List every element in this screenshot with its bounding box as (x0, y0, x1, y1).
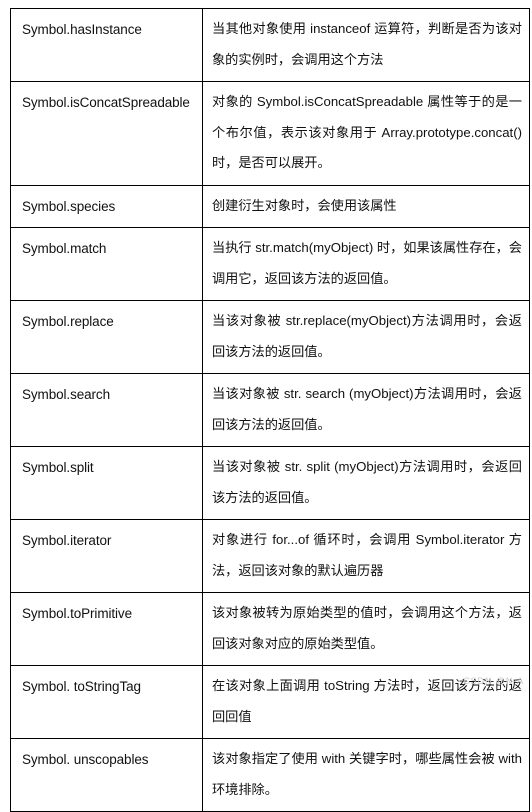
table-cell-description: 该对象指定了使用 with 关键字时，哪些属性会被 with 环境排除。 (202, 738, 530, 812)
symbol-reference-table: Symbol.hasInstance 当其他对象使用 instanceof 运算… (10, 8, 530, 812)
symbol-name-label: Symbol.iterator (22, 533, 112, 548)
table-row: Symbol.species 创建衍生对象时，会使用该属性 (10, 184, 530, 228)
table-body: Symbol.hasInstance 当其他对象使用 instanceof 运算… (10, 8, 530, 812)
table-row: Symbol.replace 当该对象被 str.replace(myObjec… (10, 300, 530, 374)
symbol-description-text: 该对象指定了使用 with 关键字时，哪些属性会被 with 环境排除。 (212, 751, 522, 797)
table-cell-description: 当该对象被 str. search (myObject)方法调用时，会返回该方法… (202, 373, 530, 447)
symbol-description-text: 当该对象被 str. split (myObject)方法调用时，会返回该方法的… (212, 459, 522, 505)
table-cell-description: 对象进行 for...of 循环时，会调用 Symbol.iterator 方法… (202, 519, 530, 593)
table-cell-symbol-name: Symbol.species (10, 184, 203, 228)
symbol-name-label: Symbol.species (22, 198, 116, 214)
table-cell-description: 当其他对象使用 instanceof 运算符，判断是否为该对象的实例时，会调用这… (202, 8, 530, 82)
symbol-description-text: 对象的 Symbol.isConcatSpreadable 属性等于的是一个布尔… (212, 94, 522, 170)
symbol-description-text: 当该对象被 str.replace(myObject)方法调用时，会返回该方法的… (212, 313, 522, 359)
table-cell-symbol-name: Symbol. unscopables (10, 738, 203, 812)
symbol-name-label: Symbol. toStringTag (22, 679, 141, 694)
table-row: Symbol.isConcatSpreadable 对象的 Symbol.isC… (10, 81, 530, 186)
symbol-name-label: Symbol.toPrimitive (22, 606, 132, 621)
watermark-label: CSDN @N-A (463, 676, 524, 686)
table-row: Symbol.toPrimitive 该对象被转为原始类型的值时，会调用这个方法… (10, 592, 530, 666)
table-cell-description: 当该对象被 str.replace(myObject)方法调用时，会返回该方法的… (202, 300, 530, 374)
symbol-name-label: Symbol. unscopables (22, 752, 149, 767)
table-cell-description: 当执行 str.match(myObject) 时，如果该属性存在，会调用它，返… (202, 227, 530, 301)
symbol-name-label: Symbol.split (22, 460, 94, 475)
symbol-description-text: 该对象被转为原始类型的值时，会调用这个方法，返回该对象对应的原始类型值。 (212, 605, 522, 651)
table-cell-symbol-name: Symbol.search (10, 373, 203, 447)
table-cell-symbol-name: Symbol.hasInstance (10, 8, 203, 82)
symbol-name-label: Symbol.hasInstance (22, 22, 142, 37)
table-cell-symbol-name: Symbol.split (10, 446, 203, 520)
table-row: Symbol.split 当该对象被 str. split (myObject)… (10, 446, 530, 520)
table-cell-description: 当该对象被 str. split (myObject)方法调用时，会返回该方法的… (202, 446, 530, 520)
table-row: Symbol.search 当该对象被 str. search (myObjec… (10, 373, 530, 447)
symbol-name-label: Symbol.search (22, 387, 110, 402)
table-cell-symbol-name: Symbol.replace (10, 300, 203, 374)
table-cell-symbol-name: Symbol. toStringTag (10, 665, 203, 739)
table-cell-description: 创建衍生对象时，会使用该属性 (202, 184, 530, 228)
table-row: Symbol. unscopables 该对象指定了使用 with 关键字时，哪… (10, 738, 530, 812)
symbol-name-label: Symbol.isConcatSpreadable (22, 95, 190, 110)
table-cell-symbol-name: Symbol.toPrimitive (10, 592, 203, 666)
table-row: Symbol.iterator 对象进行 for...of 循环时，会调用 Sy… (10, 519, 530, 593)
table-row: Symbol.match 当执行 str.match(myObject) 时，如… (10, 227, 530, 301)
table-cell-description: 该对象被转为原始类型的值时，会调用这个方法，返回该对象对应的原始类型值。 (202, 592, 530, 666)
table-row: Symbol. toStringTag 在该对象上面调用 toString 方法… (10, 665, 530, 739)
symbol-name-label: Symbol.replace (22, 314, 114, 329)
table-cell-symbol-name: Symbol.iterator (10, 519, 203, 593)
table-cell-description: 对象的 Symbol.isConcatSpreadable 属性等于的是一个布尔… (202, 81, 530, 186)
symbol-description-text: 对象进行 for...of 循环时，会调用 Symbol.iterator 方法… (212, 532, 522, 578)
symbol-reference-table-container: Symbol.hasInstance 当其他对象使用 instanceof 运算… (10, 8, 530, 812)
table-cell-symbol-name: Symbol.match (10, 227, 203, 301)
table-cell-symbol-name: Symbol.isConcatSpreadable (10, 81, 203, 186)
symbol-name-label: Symbol.match (22, 241, 107, 256)
table-row: Symbol.hasInstance 当其他对象使用 instanceof 运算… (10, 8, 530, 82)
symbol-description-text: 当执行 str.match(myObject) 时，如果该属性存在，会调用它，返… (212, 240, 522, 286)
symbol-description-text: 当该对象被 str. search (myObject)方法调用时，会返回该方法… (212, 386, 522, 432)
symbol-description-text: 创建衍生对象时，会使用该属性 (212, 197, 397, 213)
symbol-description-text: 当其他对象使用 instanceof 运算符，判断是否为该对象的实例时，会调用这… (212, 21, 522, 67)
